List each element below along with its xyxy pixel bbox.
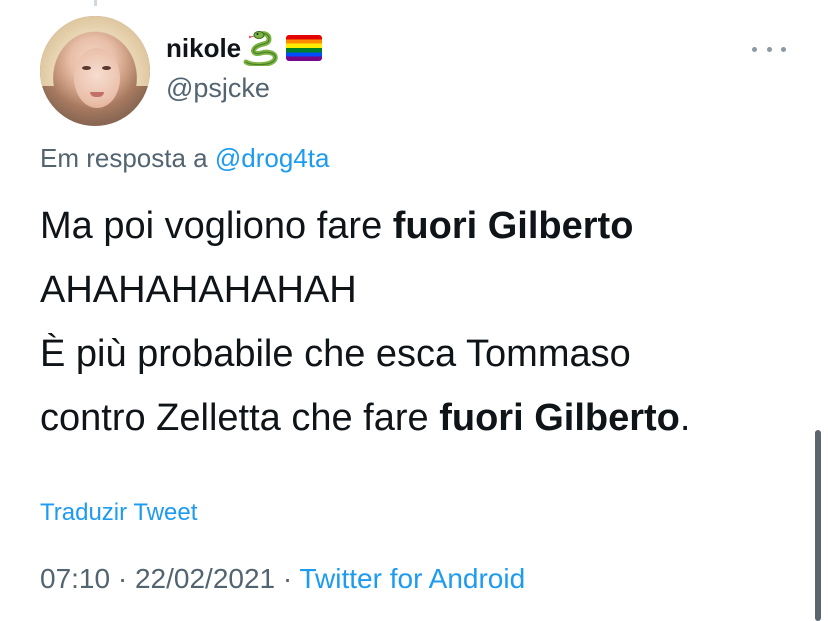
translate-tweet-link[interactable]: Traduzir Tweet	[40, 499, 197, 527]
display-name[interactable]: nikole	[166, 33, 241, 64]
tweet-line: Ma poi vogliono fare fuori Gilberto	[40, 194, 810, 258]
reply-prefix: Em resposta a	[40, 143, 208, 173]
reply-mention-link[interactable]: @drog4ta	[215, 143, 330, 173]
avatar-eye	[82, 66, 91, 70]
avatar-face	[74, 48, 120, 108]
user-name-row[interactable]: nikole	[166, 30, 323, 68]
meta-separator: ·	[110, 563, 135, 594]
thread-connector-line	[94, 0, 97, 6]
user-handle[interactable]: @psjcke	[166, 73, 270, 104]
tweet-line: È più probabile che esca Tommaso	[40, 333, 631, 375]
more-options-icon[interactable]	[752, 36, 786, 62]
tweet-line: AHAHAHAHAHAH	[40, 269, 357, 311]
tweet-metadata: 07:10 · 22/02/2021 · Twitter for Android	[40, 563, 525, 595]
tweet-text-segment: contro Zelletta che fare	[40, 397, 440, 439]
avatar-eye	[102, 66, 111, 70]
tweet-source-link[interactable]: Twitter for Android	[300, 563, 526, 594]
tweet-line: contro Zelletta che fare fuori Gilberto.	[40, 386, 810, 450]
tweet-date[interactable]: 22/02/2021	[135, 563, 275, 594]
tweet-text-segment: .	[679, 397, 691, 439]
tweet-text: Ma poi vogliono fare fuori Gilberto AHAH…	[40, 194, 810, 450]
tweet-text-segment: Ma poi vogliono fare	[40, 205, 393, 247]
reply-context: Em resposta a @drog4ta	[40, 143, 329, 174]
more-dot	[766, 46, 772, 52]
meta-separator: ·	[275, 563, 300, 594]
rainbow-flag-icon	[286, 35, 323, 61]
more-dot	[752, 46, 757, 52]
avatar[interactable]	[40, 16, 150, 126]
tweet-bold-segment: fuori Gilberto	[439, 397, 680, 439]
tweet-time[interactable]: 07:10	[40, 563, 110, 594]
snake-icon	[242, 30, 280, 68]
tweet-bold-segment: fuori Gilberto	[392, 205, 634, 247]
more-dot	[781, 46, 786, 52]
scrollbar[interactable]	[815, 430, 821, 621]
